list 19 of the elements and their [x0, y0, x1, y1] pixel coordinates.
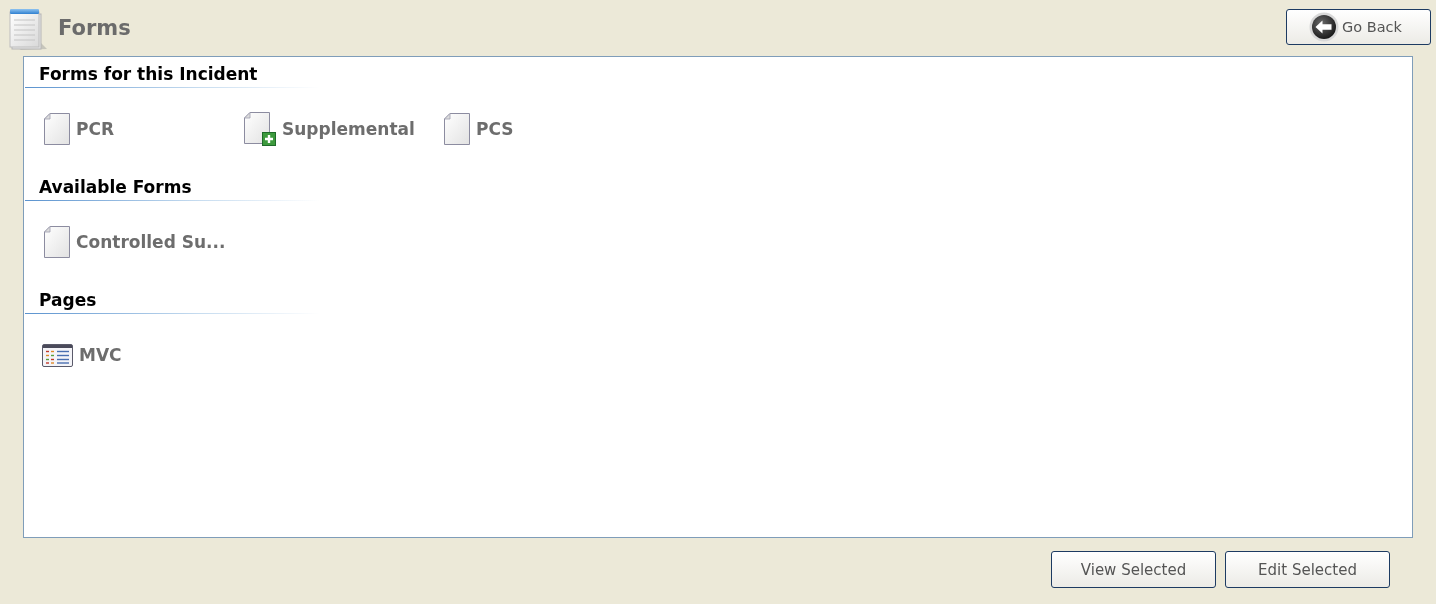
- document-icon: [44, 113, 70, 145]
- list-window-icon: [42, 343, 73, 367]
- back-arrow-icon: [1309, 11, 1339, 42]
- action-button[interactable]: Edit Selected: [1225, 551, 1390, 588]
- form-item[interactable]: PCR: [43, 112, 118, 146]
- form-item[interactable]: Supplemental: [243, 112, 418, 146]
- section-heading: Pages: [39, 289, 97, 311]
- section-heading: Available Forms: [39, 176, 192, 198]
- document-icon: [444, 113, 470, 145]
- page-title: Forms: [58, 16, 131, 40]
- action-button[interactable]: View Selected: [1051, 551, 1216, 588]
- form-item[interactable]: PCS: [443, 112, 517, 146]
- go-back-button[interactable]: Go Back: [1286, 8, 1431, 45]
- form-item[interactable]: MVC: [43, 338, 125, 372]
- document-icon: [44, 226, 70, 258]
- document-plus-icon: [244, 112, 276, 146]
- form-item[interactable]: Controlled Su...: [43, 225, 229, 259]
- document-stack-icon: [7, 7, 48, 51]
- section-heading: Forms for this Incident: [39, 63, 258, 85]
